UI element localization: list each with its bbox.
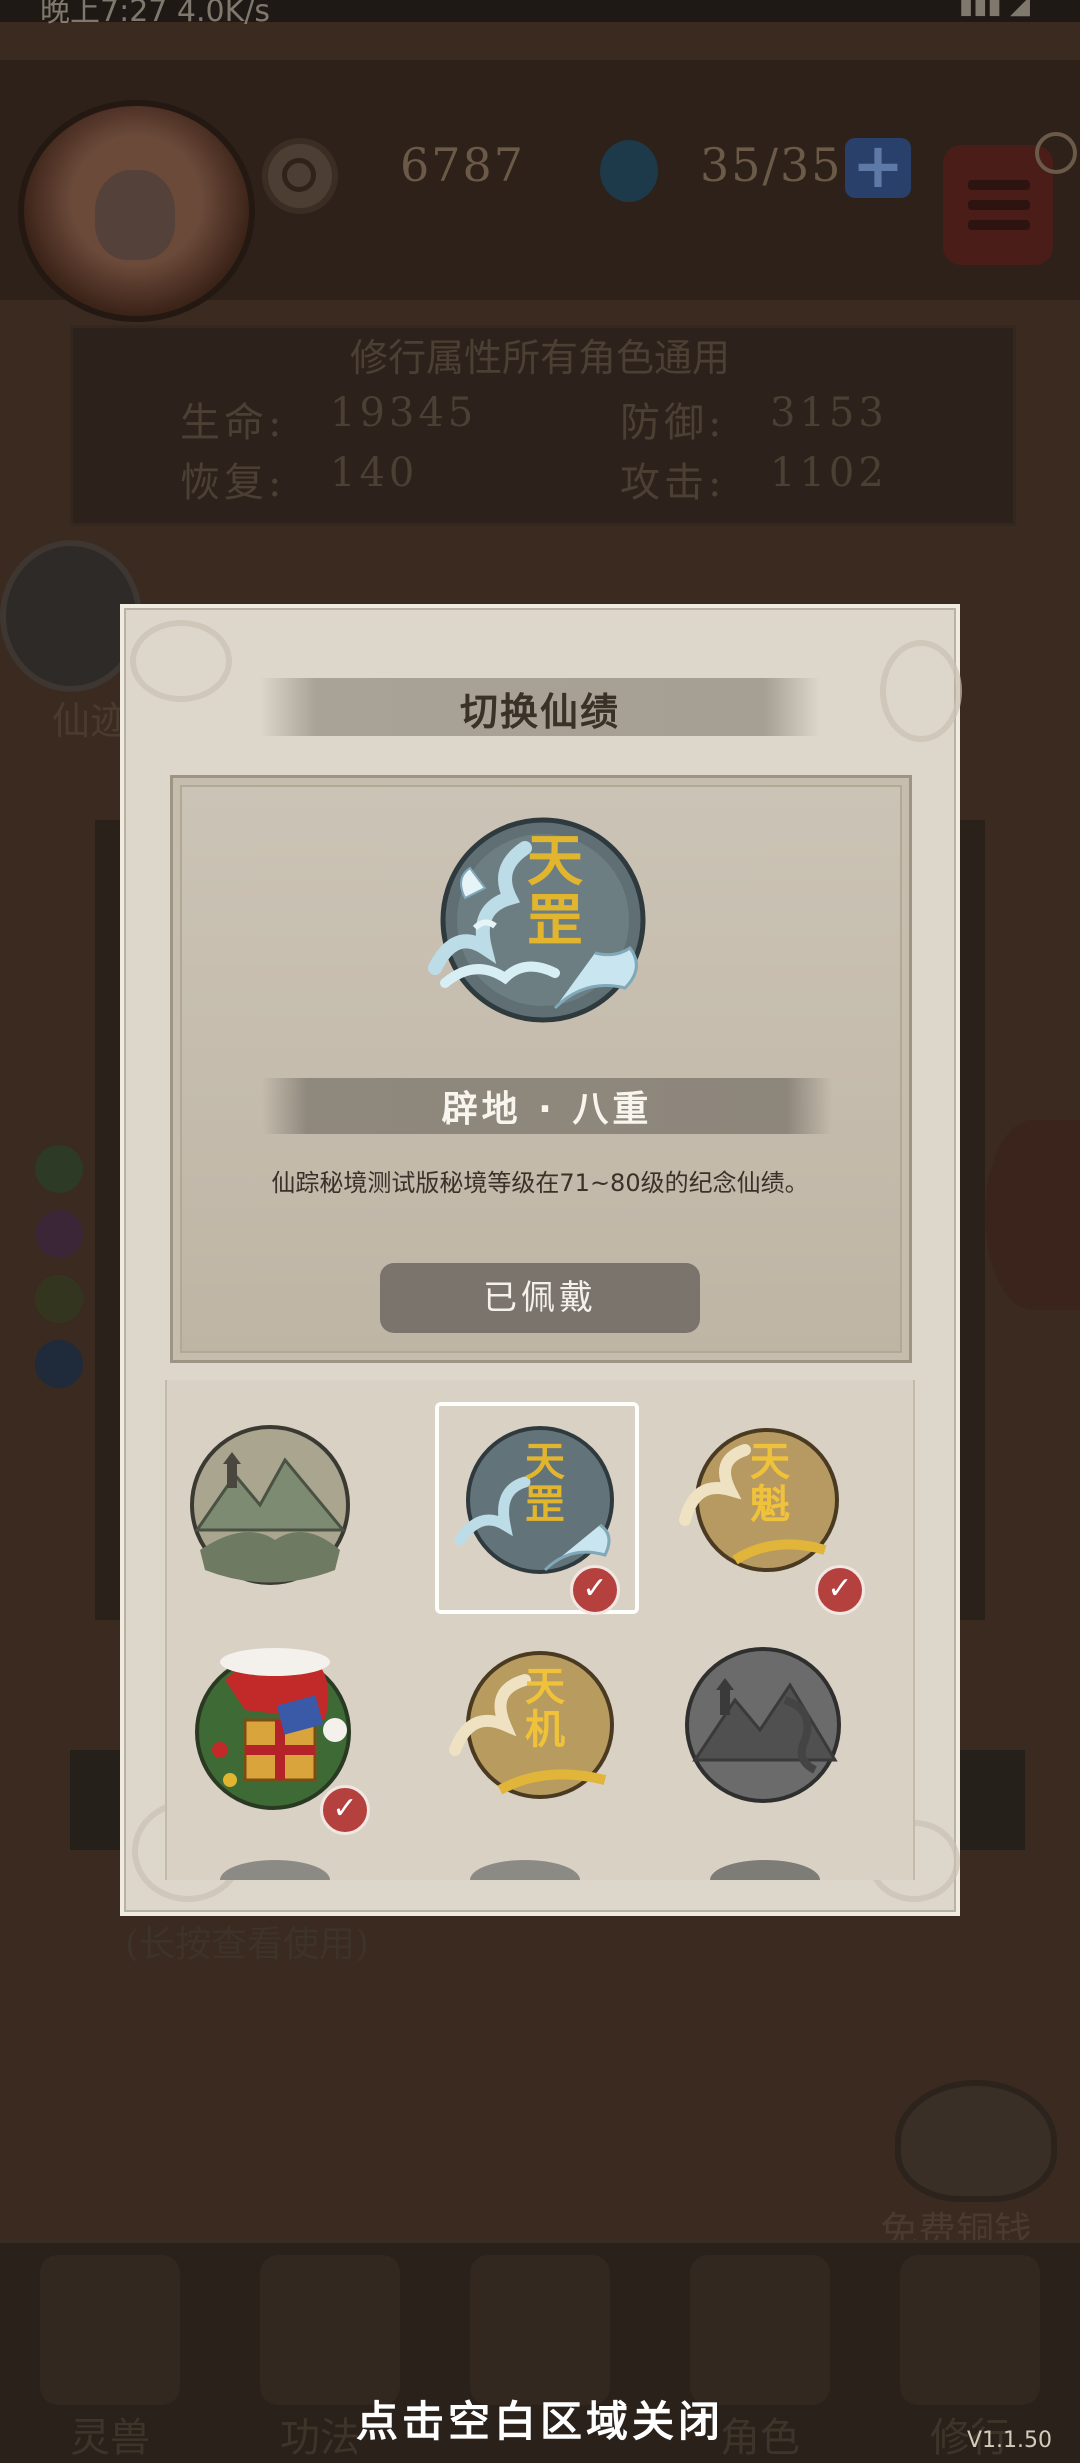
equipped-check-icon: ✓	[320, 1785, 370, 1835]
achievement-grid: 天 罡 ✓ 天 魁 ✓ ✓ 天 机	[165, 1380, 915, 1880]
equipped-button[interactable]: 已佩戴	[380, 1263, 700, 1333]
status-time: 晚上7:27 4.0K/s	[40, 0, 271, 29]
character-icon[interactable]	[690, 2255, 830, 2405]
long-press-hint: (长按查看使用)	[125, 1924, 370, 1965]
svg-text:天: 天	[750, 1438, 790, 1485]
gem-icon	[35, 1145, 83, 1193]
beast-icon[interactable]	[40, 2255, 180, 2405]
side-decoration	[985, 1120, 1080, 1310]
cloud-decoration-icon	[130, 620, 232, 702]
coin-inner-icon	[282, 158, 316, 192]
avatar-face	[95, 170, 175, 260]
atk-value: 1102	[770, 450, 888, 496]
gem-icon	[35, 1210, 83, 1258]
menu-icon-line	[968, 220, 1030, 230]
gem-icon	[35, 1340, 83, 1388]
rec-value: 140	[330, 450, 419, 496]
hp-value: 19345	[330, 390, 478, 436]
svg-text:天: 天	[525, 1663, 565, 1710]
partial-emblem-icon	[470, 1860, 580, 1880]
cloud-decoration-icon	[880, 640, 962, 742]
achievement-description: 仙踪秘境测试版秘境等级在71~80级的纪念仙绩。	[271, 1169, 809, 1197]
center-nav-icon[interactable]	[470, 2255, 610, 2405]
mountain-emblem-icon	[190, 1425, 350, 1585]
stamina-count: 35/35	[700, 138, 843, 192]
def-value: 3153	[770, 390, 888, 436]
rec-label: 恢复:	[180, 460, 286, 506]
add-stamina-button[interactable]: +	[845, 135, 911, 198]
xianji-label: 仙迹	[52, 699, 129, 743]
dialog-title: 切换仙绩	[459, 690, 620, 734]
menu-icon-line	[968, 180, 1030, 190]
attribute-title: 修行属性所有角色通用	[349, 336, 730, 380]
svg-text:魁: 魁	[750, 1481, 790, 1528]
close-hint[interactable]: 点击空白区域关闭	[0, 2388, 1080, 2449]
achievement-name: 辟地 · 八重	[441, 1089, 653, 1130]
status-icons: ▮▮▮ ◢	[958, 0, 1030, 20]
tianji-emblem-icon: 天 机	[449, 1651, 614, 1799]
svg-text:罡: 罡	[525, 1481, 565, 1528]
tiankui-emblem-icon: 天 魁	[679, 1428, 839, 1572]
skill-book-icon[interactable]	[260, 2255, 400, 2405]
notification-dot-icon	[1035, 132, 1077, 174]
menu-icon-line	[968, 200, 1030, 210]
locked-mountain-emblem-icon	[685, 1647, 841, 1803]
achievement-tianji[interactable]: 天 机	[435, 1640, 635, 1840]
equipped-check-icon: ✓	[815, 1565, 865, 1615]
achievement-locked[interactable]	[675, 1640, 875, 1840]
achievement-christmas[interactable]: ✓	[185, 1640, 385, 1840]
svg-text:机: 机	[525, 1706, 565, 1753]
equipped-check-icon: ✓	[570, 1565, 620, 1615]
atk-label: 攻击:	[620, 460, 726, 506]
emblem-char-bottom: 罡	[527, 888, 583, 954]
def-label: 防御:	[620, 400, 726, 446]
achievement-mountain[interactable]	[185, 1420, 385, 1620]
partial-emblem-icon	[710, 1860, 820, 1880]
cultivation-icon[interactable]	[900, 2255, 1040, 2405]
treasure-bowl-icon[interactable]	[895, 2080, 1057, 2202]
coin-count: 6787	[400, 138, 526, 192]
stamina-icon	[600, 140, 658, 202]
gem-icon	[35, 1275, 83, 1323]
hp-label: 生命:	[180, 400, 286, 446]
svg-text:天: 天	[525, 1438, 565, 1485]
partial-emblem-icon	[220, 1860, 330, 1880]
achievement-tiankui[interactable]: 天 魁 ✓	[675, 1420, 875, 1620]
achievement-tiangang[interactable]: 天 罡 ✓	[435, 1420, 635, 1620]
emblem-char-top: 天	[527, 828, 583, 894]
version-label: V1.1.50	[966, 2428, 1052, 2453]
tiangang-emblem-icon: 天 罡	[428, 817, 646, 1023]
